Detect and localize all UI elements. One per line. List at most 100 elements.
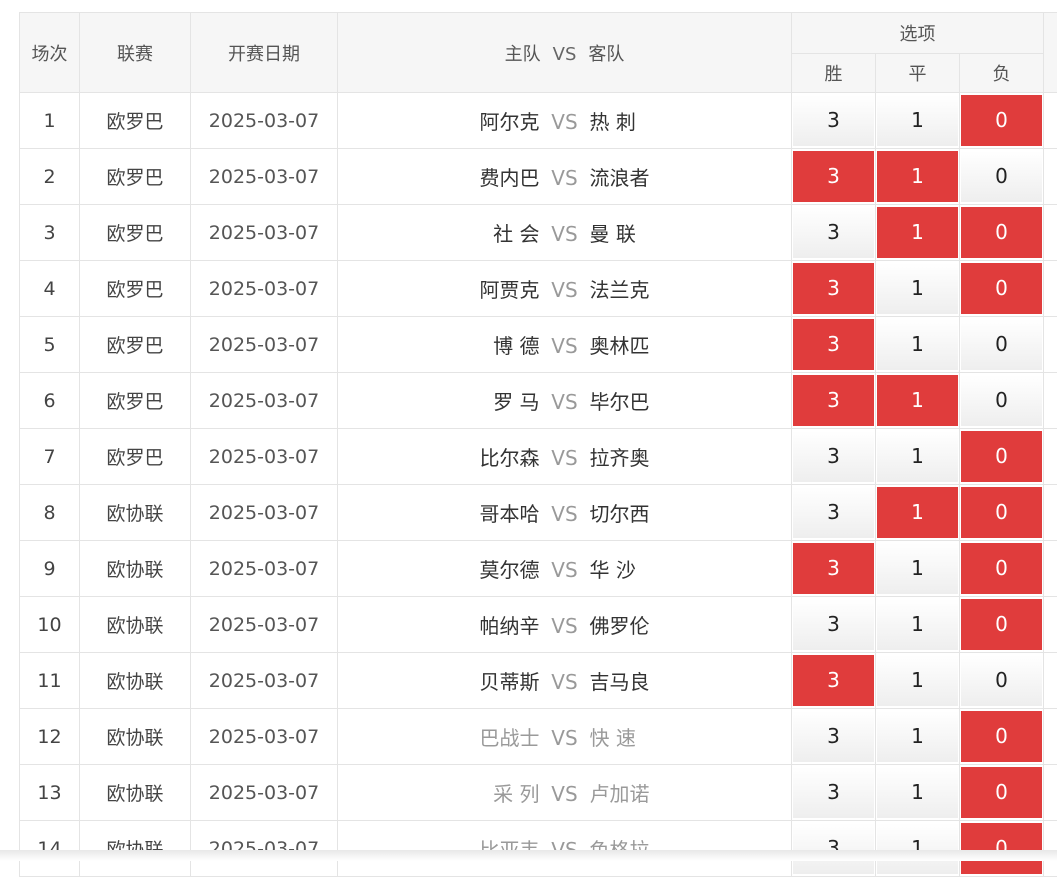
option-draw-cell: 1 (876, 373, 960, 429)
vs-label: VS (540, 726, 590, 750)
header-index: 场次 (20, 13, 80, 93)
option-draw-button[interactable]: 1 (877, 487, 958, 538)
vs-label: VS (540, 278, 590, 302)
option-loss-cell: 0 (960, 93, 1044, 149)
option-win-button[interactable]: 3 (793, 319, 874, 370)
option-win-cell: 3 (792, 261, 876, 317)
option-draw-cell: 1 (876, 765, 960, 821)
extra-cell (1044, 821, 1057, 877)
option-draw-button[interactable]: 1 (877, 823, 958, 874)
option-win-button[interactable]: 3 (793, 655, 874, 706)
option-draw-button[interactable]: 1 (877, 767, 958, 818)
extra-cell (1044, 205, 1057, 261)
match-index: 5 (20, 317, 80, 373)
header-draw: 平 (876, 54, 960, 93)
option-win-button[interactable]: 3 (793, 151, 874, 202)
option-draw-cell: 1 (876, 821, 960, 877)
away-team: 法兰克 (590, 274, 790, 303)
option-win-button[interactable]: 3 (793, 207, 874, 258)
option-loss-button[interactable]: 0 (961, 95, 1042, 146)
header-home: 主队 (505, 44, 541, 65)
away-team: 流浪者 (590, 162, 790, 191)
option-draw-button[interactable]: 1 (877, 319, 958, 370)
option-loss-button[interactable]: 0 (961, 207, 1042, 258)
option-draw-button[interactable]: 1 (877, 207, 958, 258)
table-row: 9欧协联2025-03-07莫尔德VS华 沙310 (20, 541, 1057, 597)
match-date: 2025-03-07 (191, 653, 338, 709)
option-draw-button[interactable]: 1 (877, 375, 958, 426)
option-draw-cell: 1 (876, 429, 960, 485)
option-loss-cell: 0 (960, 485, 1044, 541)
option-loss-button[interactable]: 0 (961, 711, 1042, 762)
option-loss-cell: 0 (960, 653, 1044, 709)
match-index: 4 (20, 261, 80, 317)
option-loss-cell: 0 (960, 261, 1044, 317)
option-loss-cell: 0 (960, 429, 1044, 485)
extra-cell (1044, 429, 1057, 485)
option-win-button[interactable]: 3 (793, 487, 874, 538)
option-win-button[interactable]: 3 (793, 95, 874, 146)
option-loss-button[interactable]: 0 (961, 151, 1042, 202)
option-win-button[interactable]: 3 (793, 599, 874, 650)
match-date: 2025-03-07 (191, 261, 338, 317)
option-win-cell: 3 (792, 485, 876, 541)
option-draw-cell: 1 (876, 205, 960, 261)
table-row: 12欧协联2025-03-07巴战士VS快 速310 (20, 709, 1057, 765)
option-draw-button[interactable]: 1 (877, 655, 958, 706)
option-draw-button[interactable]: 1 (877, 599, 958, 650)
option-draw-button[interactable]: 1 (877, 151, 958, 202)
option-win-button[interactable]: 3 (793, 263, 874, 314)
option-win-button[interactable]: 3 (793, 375, 874, 426)
table-row: 10欧协联2025-03-07帕纳辛VS佛罗伦310 (20, 597, 1057, 653)
match-date: 2025-03-07 (191, 821, 338, 877)
extra-cell (1044, 261, 1057, 317)
away-team: 华 沙 (590, 554, 790, 583)
option-loss-button[interactable]: 0 (961, 319, 1042, 370)
header-extra (1044, 13, 1057, 93)
option-win-button[interactable]: 3 (793, 711, 874, 762)
option-draw-button[interactable]: 1 (877, 431, 958, 482)
option-loss-button[interactable]: 0 (961, 375, 1042, 426)
option-loss-cell: 0 (960, 541, 1044, 597)
option-loss-button[interactable]: 0 (961, 599, 1042, 650)
option-win-button[interactable]: 3 (793, 767, 874, 818)
match-index: 10 (20, 597, 80, 653)
home-team: 博 德 (340, 330, 540, 359)
option-loss-button[interactable]: 0 (961, 263, 1042, 314)
match-date: 2025-03-07 (191, 149, 338, 205)
match-date: 2025-03-07 (191, 373, 338, 429)
option-draw-cell: 1 (876, 597, 960, 653)
table-row: 2欧罗巴2025-03-07费内巴VS流浪者310 (20, 149, 1057, 205)
option-loss-button[interactable]: 0 (961, 431, 1042, 482)
option-draw-button[interactable]: 1 (877, 711, 958, 762)
match-index: 7 (20, 429, 80, 485)
option-loss-button[interactable]: 0 (961, 655, 1042, 706)
match-index: 11 (20, 653, 80, 709)
header-league: 联赛 (80, 13, 191, 93)
option-loss-cell: 0 (960, 149, 1044, 205)
option-win-button[interactable]: 3 (793, 823, 874, 874)
option-loss-button[interactable]: 0 (961, 823, 1042, 874)
match-date: 2025-03-07 (191, 205, 338, 261)
home-team: 阿尔克 (340, 106, 540, 135)
match-teams: 比尔森VS拉齐奥 (338, 429, 792, 485)
option-draw-button[interactable]: 1 (877, 263, 958, 314)
option-draw-button[interactable]: 1 (877, 95, 958, 146)
match-teams: 采 列VS卢加诺 (338, 765, 792, 821)
option-loss-cell: 0 (960, 765, 1044, 821)
league-name: 欧罗巴 (80, 261, 191, 317)
match-date: 2025-03-07 (191, 429, 338, 485)
table-row: 13欧协联2025-03-07采 列VS卢加诺310 (20, 765, 1057, 821)
away-team: 毕尔巴 (590, 386, 790, 415)
option-draw-cell: 1 (876, 317, 960, 373)
option-loss-button[interactable]: 0 (961, 487, 1042, 538)
header-away: 客队 (588, 44, 624, 65)
option-loss-button[interactable]: 0 (961, 767, 1042, 818)
option-loss-button[interactable]: 0 (961, 543, 1042, 594)
table-row: 14欧协联2025-03-07比亚韦VS色格拉310 (20, 821, 1057, 877)
option-win-button[interactable]: 3 (793, 543, 874, 594)
option-draw-button[interactable]: 1 (877, 543, 958, 594)
option-win-button[interactable]: 3 (793, 431, 874, 482)
match-teams: 阿贾克VS法兰克 (338, 261, 792, 317)
option-win-cell: 3 (792, 93, 876, 149)
